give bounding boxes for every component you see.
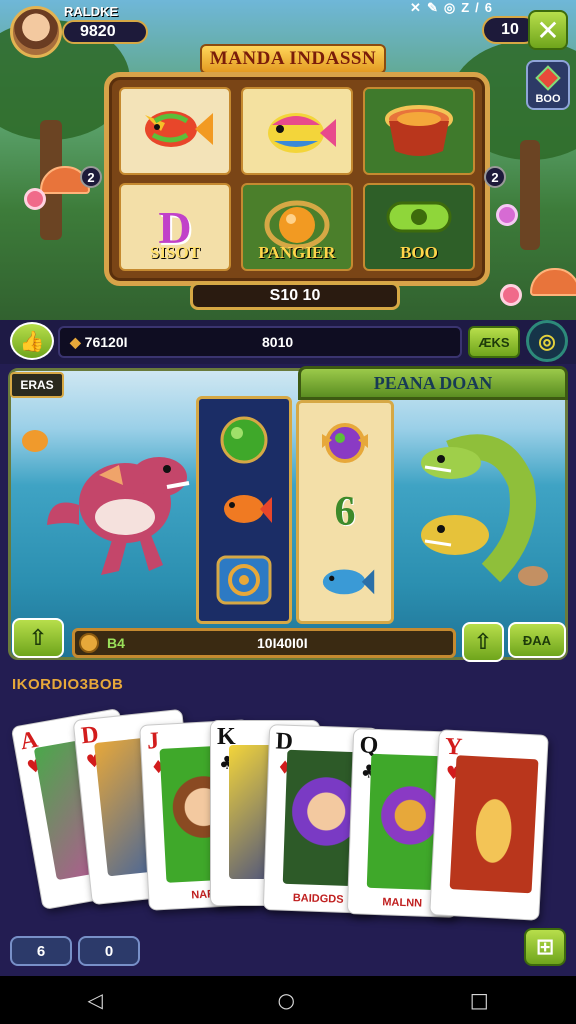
slot-label-3: BOO	[400, 243, 438, 262]
card-rank: J	[146, 728, 160, 755]
slot-reel-1: D SISOT	[119, 87, 231, 271]
slot-label-2: PANGIER	[258, 243, 336, 262]
up-arrow-button-left[interactable]: ⇧	[12, 618, 64, 658]
balance-right-value: 8010	[262, 334, 294, 350]
number-six-symbol[interactable]: 6	[314, 482, 376, 542]
slot-title: MANDA INDASSN	[200, 44, 386, 74]
gem-icon	[535, 65, 561, 91]
up-arrow-button-right[interactable]: ⇧	[462, 622, 504, 662]
slot-cell-pill[interactable]: BOO	[363, 183, 475, 271]
rainbow-fish-icon	[268, 113, 336, 153]
close-button[interactable]: ✕	[528, 10, 568, 50]
slot-nav-left-button[interactable]: 2	[80, 166, 102, 188]
ring-icon: ◎	[538, 330, 556, 353]
green-orb-symbol[interactable]	[213, 410, 275, 470]
info-button[interactable]: ◎	[526, 320, 568, 362]
bet-button[interactable]: ÆKS	[468, 326, 520, 358]
tree-trunk-right	[520, 140, 540, 250]
playing-card-7[interactable]: Y ♥	[429, 729, 549, 921]
thumbs-up-button[interactable]: 👍	[10, 322, 54, 360]
slot-cell-pot[interactable]	[363, 87, 475, 175]
status-icon-4: Z	[461, 0, 470, 15]
rock	[518, 566, 548, 586]
back-icon[interactable]: ◁	[87, 988, 102, 1012]
bottom-button-2[interactable]: 0	[78, 936, 140, 966]
balance-left-value: 76120I	[84, 333, 128, 350]
slot-machine: D SISOT PANGIER BOO	[104, 72, 490, 286]
number-six: 6	[334, 488, 356, 535]
side-badge[interactable]: BOO	[526, 60, 570, 110]
up-arrow-icon: ⇧	[28, 625, 48, 651]
slot-win-display: S10 10	[190, 282, 400, 310]
scene-right-title: PEANA DOAN	[298, 366, 568, 400]
coin-icon	[79, 633, 99, 653]
header-counter-value: 10	[501, 21, 519, 38]
flower-left	[24, 188, 46, 210]
recent-apps-icon[interactable]: □	[470, 988, 489, 1012]
slot-reel-2: PANGIER	[241, 87, 353, 271]
slot-label-1: SISOT	[149, 243, 201, 262]
grid-icon: ⊞	[535, 934, 555, 960]
coins-display: 9820	[62, 20, 148, 44]
side-badge-label: BOO	[535, 93, 561, 105]
balance-left: ◆ 76120I	[60, 334, 250, 351]
slot-reel-3: BOO	[363, 87, 475, 271]
cards-section-label: IKORDIO3BOB	[12, 676, 124, 693]
bottom-button-1[interactable]: 6	[10, 936, 72, 966]
grid-button[interactable]: ⊞	[524, 928, 566, 966]
scene-reel-left	[196, 396, 292, 624]
spin-label: B4	[107, 635, 125, 651]
player-avatar[interactable]	[10, 6, 62, 58]
slot-cell-fish-rainbow[interactable]	[241, 87, 353, 175]
coin-dot-icon: ◆	[70, 333, 81, 350]
system-nav-bar: ◁ ○ □	[0, 976, 576, 1024]
thumbs-up-icon: 👍	[19, 329, 45, 353]
card-art	[449, 755, 539, 894]
coins-value: 9820	[80, 23, 116, 40]
orange-fish-icon	[224, 495, 272, 523]
scene-left-tag: ERAS	[10, 372, 64, 398]
balance-bar: ◆ 76120I 8010	[58, 326, 462, 358]
slot-cell-letter-d[interactable]: D SISOT	[119, 183, 231, 271]
status-icon-6: 6	[484, 0, 492, 15]
flower-right	[500, 284, 522, 306]
player-name: RALDKE	[64, 4, 119, 19]
close-icon: ✕	[536, 13, 560, 47]
slot-nav-right-button[interactable]: 2	[484, 166, 506, 188]
spin-value: 10I40I0I	[257, 635, 308, 651]
pink-sea-creature	[47, 457, 190, 575]
mushroom-right	[530, 268, 576, 296]
status-icon-1: ✕	[410, 0, 421, 15]
flower-mid	[496, 204, 518, 226]
pot-icon	[385, 105, 453, 156]
status-icon-2: ✎	[426, 0, 438, 15]
spin-bar: B4 10I40I0I	[72, 628, 456, 658]
purple-gem-symbol[interactable]	[314, 413, 376, 473]
orange-fish-symbol[interactable]	[213, 480, 275, 540]
purple-gem-icon	[322, 423, 368, 464]
slot-cell-orb[interactable]: PANGIER	[241, 183, 353, 271]
home-icon[interactable]: ○	[278, 988, 295, 1012]
up-arrow-icon: ⇧	[473, 629, 493, 655]
blue-fish-icon	[322, 569, 375, 594]
blue-ring-icon	[216, 555, 272, 605]
red-fish-icon	[145, 111, 213, 147]
scene-reel-right: 6	[296, 400, 394, 624]
slot-cell-fish-red[interactable]	[119, 87, 231, 175]
status-icon-5: /	[475, 0, 479, 15]
green-pill-icon	[386, 201, 452, 233]
blue-fish-symbol[interactable]	[314, 551, 376, 611]
blue-ring-symbol[interactable]	[213, 550, 275, 610]
status-icon-3: ◎	[443, 0, 456, 15]
cash-button[interactable]: ÐAA	[508, 622, 566, 658]
balance-row: 👍 ◆ 76120I 8010 ÆKS ◎	[0, 320, 576, 364]
orange-fruit	[22, 430, 48, 452]
green-orb-icon	[220, 416, 268, 464]
